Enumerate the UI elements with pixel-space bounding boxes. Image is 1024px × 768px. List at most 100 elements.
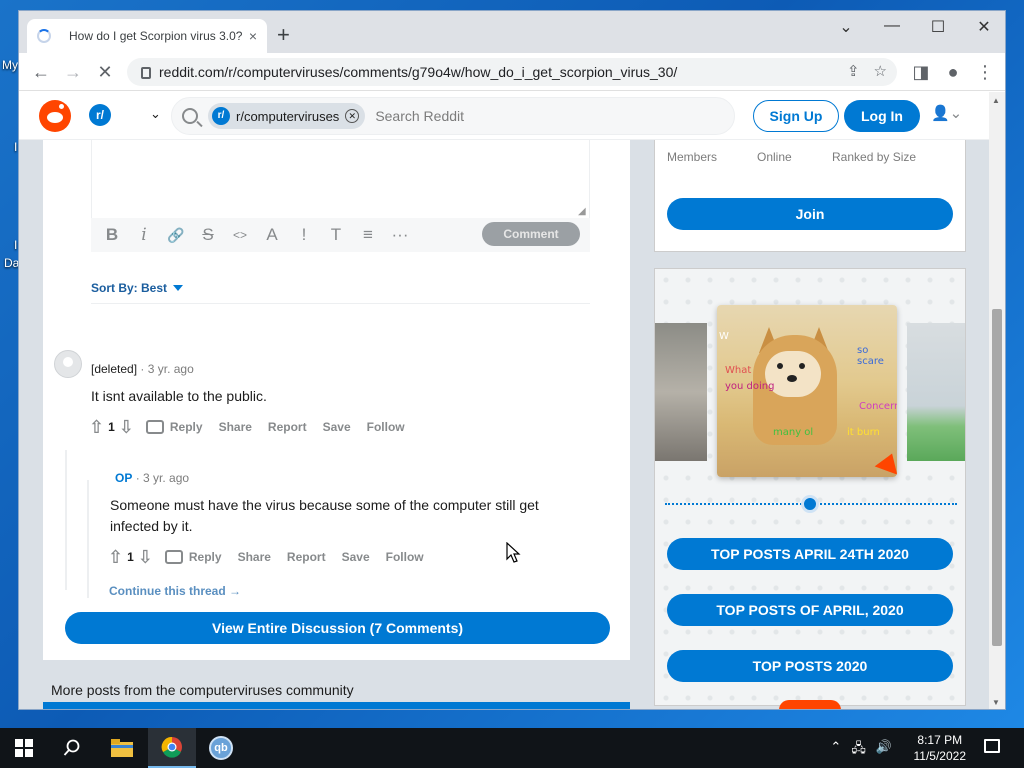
report-button[interactable]: Report [287, 550, 326, 564]
share-button[interactable]: Share [219, 420, 252, 434]
doge-meme-image[interactable]: W What you doing so scare Concern many o… [717, 305, 897, 477]
save-button[interactable]: Save [323, 420, 351, 434]
top-posts-2020-button[interactable]: TOP POSTS 2020 [667, 650, 953, 682]
windows-logo-icon [15, 739, 33, 757]
downvote-icon[interactable]: ⇩ [119, 418, 134, 436]
resize-grip-icon[interactable]: ◢ [578, 206, 586, 217]
reply-bubble-icon[interactable] [145, 420, 164, 434]
scroll-down-icon[interactable]: ▼ [992, 698, 1000, 707]
tab-close-icon[interactable]: × [249, 28, 257, 44]
sort-label: Sort By: Best [91, 281, 168, 295]
network-icon[interactable]: 🖧 [851, 739, 866, 761]
thread-line[interactable] [65, 450, 67, 590]
caret-down-icon [173, 285, 184, 291]
page-scrollbar[interactable]: ▲ ▼ [989, 92, 1005, 709]
community-chip-icon: r/ [212, 107, 230, 125]
report-button[interactable]: Report [268, 420, 307, 434]
upvote-icon[interactable]: ⇧ [108, 548, 123, 566]
reply-bubble-icon[interactable] [164, 550, 183, 564]
reddit-logo-icon[interactable] [39, 100, 71, 132]
italic-icon[interactable]: i [135, 225, 153, 245]
start-button[interactable] [0, 728, 48, 768]
bookmark-star-icon[interactable]: ☆ [874, 62, 887, 80]
back-to-top-button[interactable] [779, 700, 841, 709]
desktop-icon-label[interactable]: I [14, 238, 17, 252]
reply-button[interactable]: Reply [189, 550, 222, 564]
volume-icon[interactable]: 🔊 [876, 739, 892, 761]
community-filter-chip[interactable]: r/ r/computerviruses ✕ [208, 103, 366, 129]
new-tab-button[interactable]: + [277, 23, 290, 47]
share-button[interactable]: Share [238, 550, 271, 564]
close-window-button[interactable]: ✕ [961, 17, 1005, 37]
sort-dropdown[interactable]: Sort By: Best [91, 281, 184, 295]
superscript-icon[interactable]: A [263, 225, 281, 245]
chrome-taskbar-button[interactable] [148, 728, 196, 768]
forward-icon[interactable]: → [61, 61, 85, 83]
chevron-down-icon[interactable]: ⌄ [150, 106, 161, 122]
search-taskbar-button[interactable] [48, 728, 96, 768]
comment-button[interactable]: Comment [482, 222, 580, 246]
log-in-button[interactable]: Log In [844, 100, 920, 132]
spoiler-icon[interactable]: ! [295, 225, 313, 245]
user-menu-icon[interactable]: 👤⌄ [931, 104, 962, 122]
meme-word: many ol [773, 427, 814, 438]
search-placeholder: Search Reddit [375, 108, 465, 124]
comment-time[interactable]: 3 yr. ago [148, 362, 194, 376]
link-icon[interactable]: 🔗 [167, 227, 185, 244]
bold-icon[interactable]: B [103, 225, 121, 245]
profile-icon[interactable]: ● [941, 61, 965, 83]
view-entire-discussion-button[interactable]: View Entire Discussion (7 Comments) [65, 612, 610, 644]
desktop-icon-label[interactable]: I [14, 140, 17, 154]
share-icon[interactable]: ⇪ [847, 62, 860, 80]
heading-icon[interactable]: T [327, 225, 345, 245]
stop-loading-icon[interactable]: ✕ [93, 61, 117, 83]
system-clock[interactable]: 8:17 PM 11/5/2022 [914, 732, 967, 764]
top-posts-april-24th-button[interactable]: TOP POSTS APRIL 24TH 2020 [667, 538, 953, 570]
strikethrough-icon[interactable]: S [199, 225, 217, 245]
scrollbar-thumb[interactable] [992, 309, 1002, 646]
upvote-icon[interactable]: ⇧ [89, 418, 104, 436]
address-bar[interactable]: reddit.com/r/computerviruses/comments/g7… [127, 58, 897, 86]
community-icon[interactable]: r/ [89, 104, 111, 126]
back-icon[interactable]: ← [29, 61, 53, 83]
more-posts-banner[interactable] [43, 702, 630, 709]
comment-author-op[interactable]: OP [115, 471, 132, 485]
chevron-up-icon[interactable]: ⌃ [830, 739, 841, 761]
continue-thread-link[interactable]: Continue this thread → [109, 584, 241, 598]
follow-button[interactable]: Follow [367, 420, 405, 434]
side-panel-icon[interactable]: ◨ [909, 61, 933, 83]
join-button[interactable]: Join [667, 198, 953, 230]
clock-date: 11/5/2022 [913, 749, 967, 763]
sign-up-button[interactable]: Sign Up [753, 100, 839, 132]
qbittorrent-taskbar-button[interactable]: qb [197, 728, 245, 768]
file-explorer-button[interactable] [98, 728, 146, 768]
avatar[interactable] [54, 350, 82, 378]
scroll-up-icon[interactable]: ▲ [992, 96, 1000, 105]
comment-author[interactable]: [deleted] [91, 362, 137, 376]
code-icon[interactable]: <> [231, 228, 249, 242]
reply-button[interactable]: Reply [170, 420, 203, 434]
remove-filter-icon[interactable]: ✕ [345, 109, 360, 123]
thread-line[interactable] [87, 480, 89, 598]
maximize-button[interactable]: ☐ [915, 17, 961, 37]
notification-icon[interactable] [984, 739, 1000, 753]
downvote-icon[interactable]: ⇩ [138, 548, 153, 566]
menu-kebab-icon[interactable]: ⋮ [973, 61, 997, 83]
bulleted-list-icon[interactable]: ≡ [359, 225, 377, 245]
carousel-image-left[interactable] [655, 323, 707, 461]
top-posts-of-april-button[interactable]: TOP POSTS OF APRIL, 2020 [667, 594, 953, 626]
save-button[interactable]: Save [342, 550, 370, 564]
chrome-icon [161, 736, 182, 758]
carousel-handle[interactable] [801, 495, 819, 513]
carousel-image-right[interactable] [907, 323, 965, 461]
vote-count: 1 [127, 550, 134, 564]
comment-time[interactable]: 3 yr. ago [143, 471, 189, 485]
lock-icon[interactable] [141, 67, 151, 79]
more-options-icon[interactable]: ··· [391, 225, 409, 245]
follow-button[interactable]: Follow [386, 550, 424, 564]
tab-search-icon[interactable]: ⌄ [823, 17, 869, 37]
desktop-icon-label[interactable]: My [2, 58, 18, 72]
search-input[interactable]: r/ r/computerviruses ✕ Search Reddit [171, 97, 735, 135]
browser-tab[interactable]: How do I get Scorpion virus 3.0? × [27, 19, 267, 53]
minimize-button[interactable]: — [869, 17, 915, 35]
